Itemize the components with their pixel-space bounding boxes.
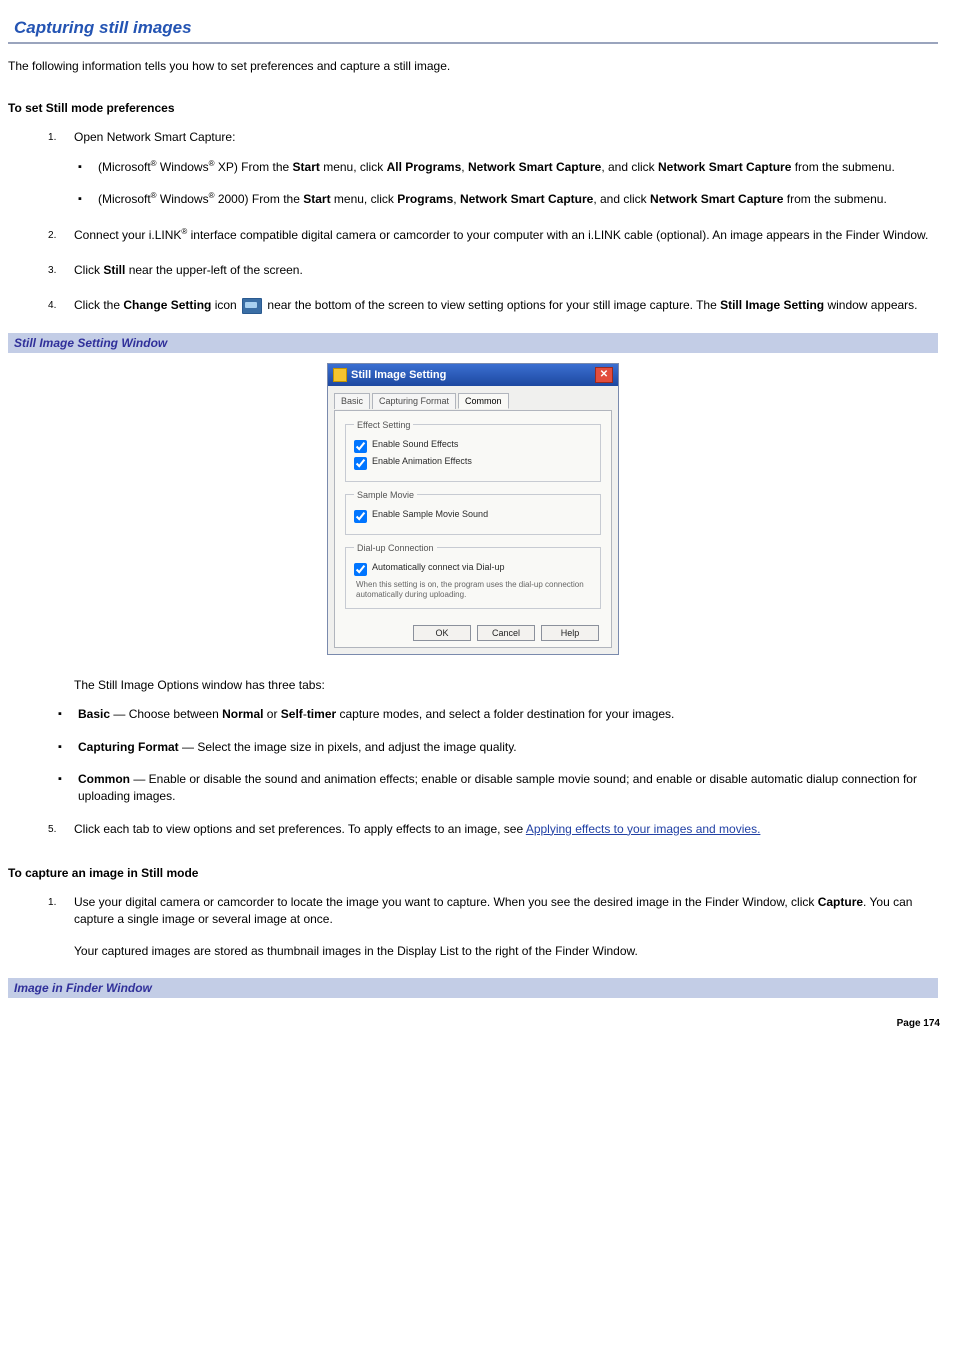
step-4: Click the Change Setting icon near the b… bbox=[48, 297, 938, 314]
page-number: Page 174 bbox=[897, 1018, 940, 1029]
step-1-text: Open Network Smart Capture: bbox=[74, 130, 235, 144]
group-sample-movie: Sample Movie Enable Sample Movie Sound bbox=[345, 490, 601, 535]
tab-bullet-basic: Basic — Choose between Normal or Self-ti… bbox=[78, 706, 938, 723]
section-heading-capture: To capture an image in Still mode bbox=[8, 866, 938, 880]
checkbox-animation-effects[interactable]: Enable Animation Effects bbox=[354, 456, 592, 470]
tab-basic[interactable]: Basic bbox=[334, 393, 370, 409]
legend-sample-movie: Sample Movie bbox=[354, 490, 417, 500]
dialog-app-icon bbox=[333, 368, 347, 382]
dialog-button-row: OK Cancel Help bbox=[345, 617, 601, 641]
checkbox-auto-dialup-input[interactable] bbox=[354, 563, 367, 576]
capture-step-1: Use your digital camera or camcorder to … bbox=[48, 894, 938, 960]
page-footer: Page 174 bbox=[0, 1016, 954, 1035]
checkbox-animation-effects-input[interactable] bbox=[354, 457, 367, 470]
dialog-screenshot-wrap: Still Image Setting ✕ Basic Capturing Fo… bbox=[8, 363, 938, 655]
step-1: Open Network Smart Capture: (Microsoft® … bbox=[48, 129, 938, 208]
steps-list-preferences: Open Network Smart Capture: (Microsoft® … bbox=[48, 129, 938, 314]
legend-dialup: Dial-up Connection bbox=[354, 543, 437, 553]
group-dialup: Dial-up Connection Automatically connect… bbox=[345, 543, 601, 609]
checkbox-sample-movie-sound[interactable]: Enable Sample Movie Sound bbox=[354, 509, 592, 523]
steps-list-capture: Use your digital camera or camcorder to … bbox=[48, 894, 938, 960]
caption-still-image-setting: Still Image Setting Window bbox=[8, 333, 938, 353]
step-5: Click each tab to view options and set p… bbox=[48, 821, 938, 838]
tab-capturing-format[interactable]: Capturing Format bbox=[372, 393, 456, 409]
ok-button[interactable]: OK bbox=[413, 625, 471, 641]
title-rule bbox=[8, 42, 938, 44]
bullet-w2k: (Microsoft® Windows® 2000) From the Star… bbox=[98, 191, 938, 208]
cancel-button[interactable]: Cancel bbox=[477, 625, 535, 641]
caption-image-finder: Image in Finder Window bbox=[8, 978, 938, 998]
tab-common[interactable]: Common bbox=[458, 393, 509, 409]
help-button[interactable]: Help bbox=[541, 625, 599, 641]
tab-bullet-format: Capturing Format — Select the image size… bbox=[78, 739, 938, 756]
page-title: Capturing still images bbox=[8, 18, 938, 38]
still-image-setting-dialog: Still Image Setting ✕ Basic Capturing Fo… bbox=[327, 363, 619, 655]
tab-bullet-common: Common — Enable or disable the sound and… bbox=[78, 771, 938, 806]
capture-step-1-note: Your captured images are stored as thumb… bbox=[74, 943, 938, 960]
checkbox-sound-effects[interactable]: Enable Sound Effects bbox=[354, 439, 592, 453]
dialup-subnote: When this setting is on, the program use… bbox=[356, 580, 592, 600]
tabs-intro: The Still Image Options window has three… bbox=[74, 677, 938, 694]
dialog-tabs: Basic Capturing Format Common bbox=[334, 390, 612, 408]
steps-list-preferences-cont: Click each tab to view options and set p… bbox=[48, 821, 938, 838]
step-3: Click Still near the upper-left of the s… bbox=[48, 262, 938, 279]
tabs-bullets: Basic — Choose between Normal or Self-ti… bbox=[74, 706, 938, 806]
dialog-titlebar: Still Image Setting ✕ bbox=[328, 364, 618, 386]
legend-effect-setting: Effect Setting bbox=[354, 420, 413, 430]
page-body: Capturing still images The following inf… bbox=[0, 0, 954, 1016]
group-effect-setting: Effect Setting Enable Sound Effects Enab… bbox=[345, 420, 601, 482]
close-icon[interactable]: ✕ bbox=[595, 367, 613, 383]
bullet-xp: (Microsoft® Windows® XP) From the Start … bbox=[98, 159, 938, 176]
step-2: Connect your i.LINK® interface compatibl… bbox=[48, 227, 938, 244]
tab-pane-common: Effect Setting Enable Sound Effects Enab… bbox=[334, 410, 612, 648]
link-applying-effects[interactable]: Applying effects to your images and movi… bbox=[526, 822, 761, 836]
section-heading-preferences: To set Still mode preferences bbox=[8, 101, 938, 115]
intro-paragraph: The following information tells you how … bbox=[8, 58, 938, 75]
checkbox-sample-movie-sound-input[interactable] bbox=[354, 510, 367, 523]
step-1-bullets: (Microsoft® Windows® XP) From the Start … bbox=[74, 159, 938, 209]
checkbox-auto-dialup[interactable]: Automatically connect via Dial-up bbox=[354, 562, 592, 576]
checkbox-sound-effects-input[interactable] bbox=[354, 440, 367, 453]
dialog-title-text: Still Image Setting bbox=[351, 369, 446, 381]
change-setting-icon bbox=[242, 298, 262, 314]
